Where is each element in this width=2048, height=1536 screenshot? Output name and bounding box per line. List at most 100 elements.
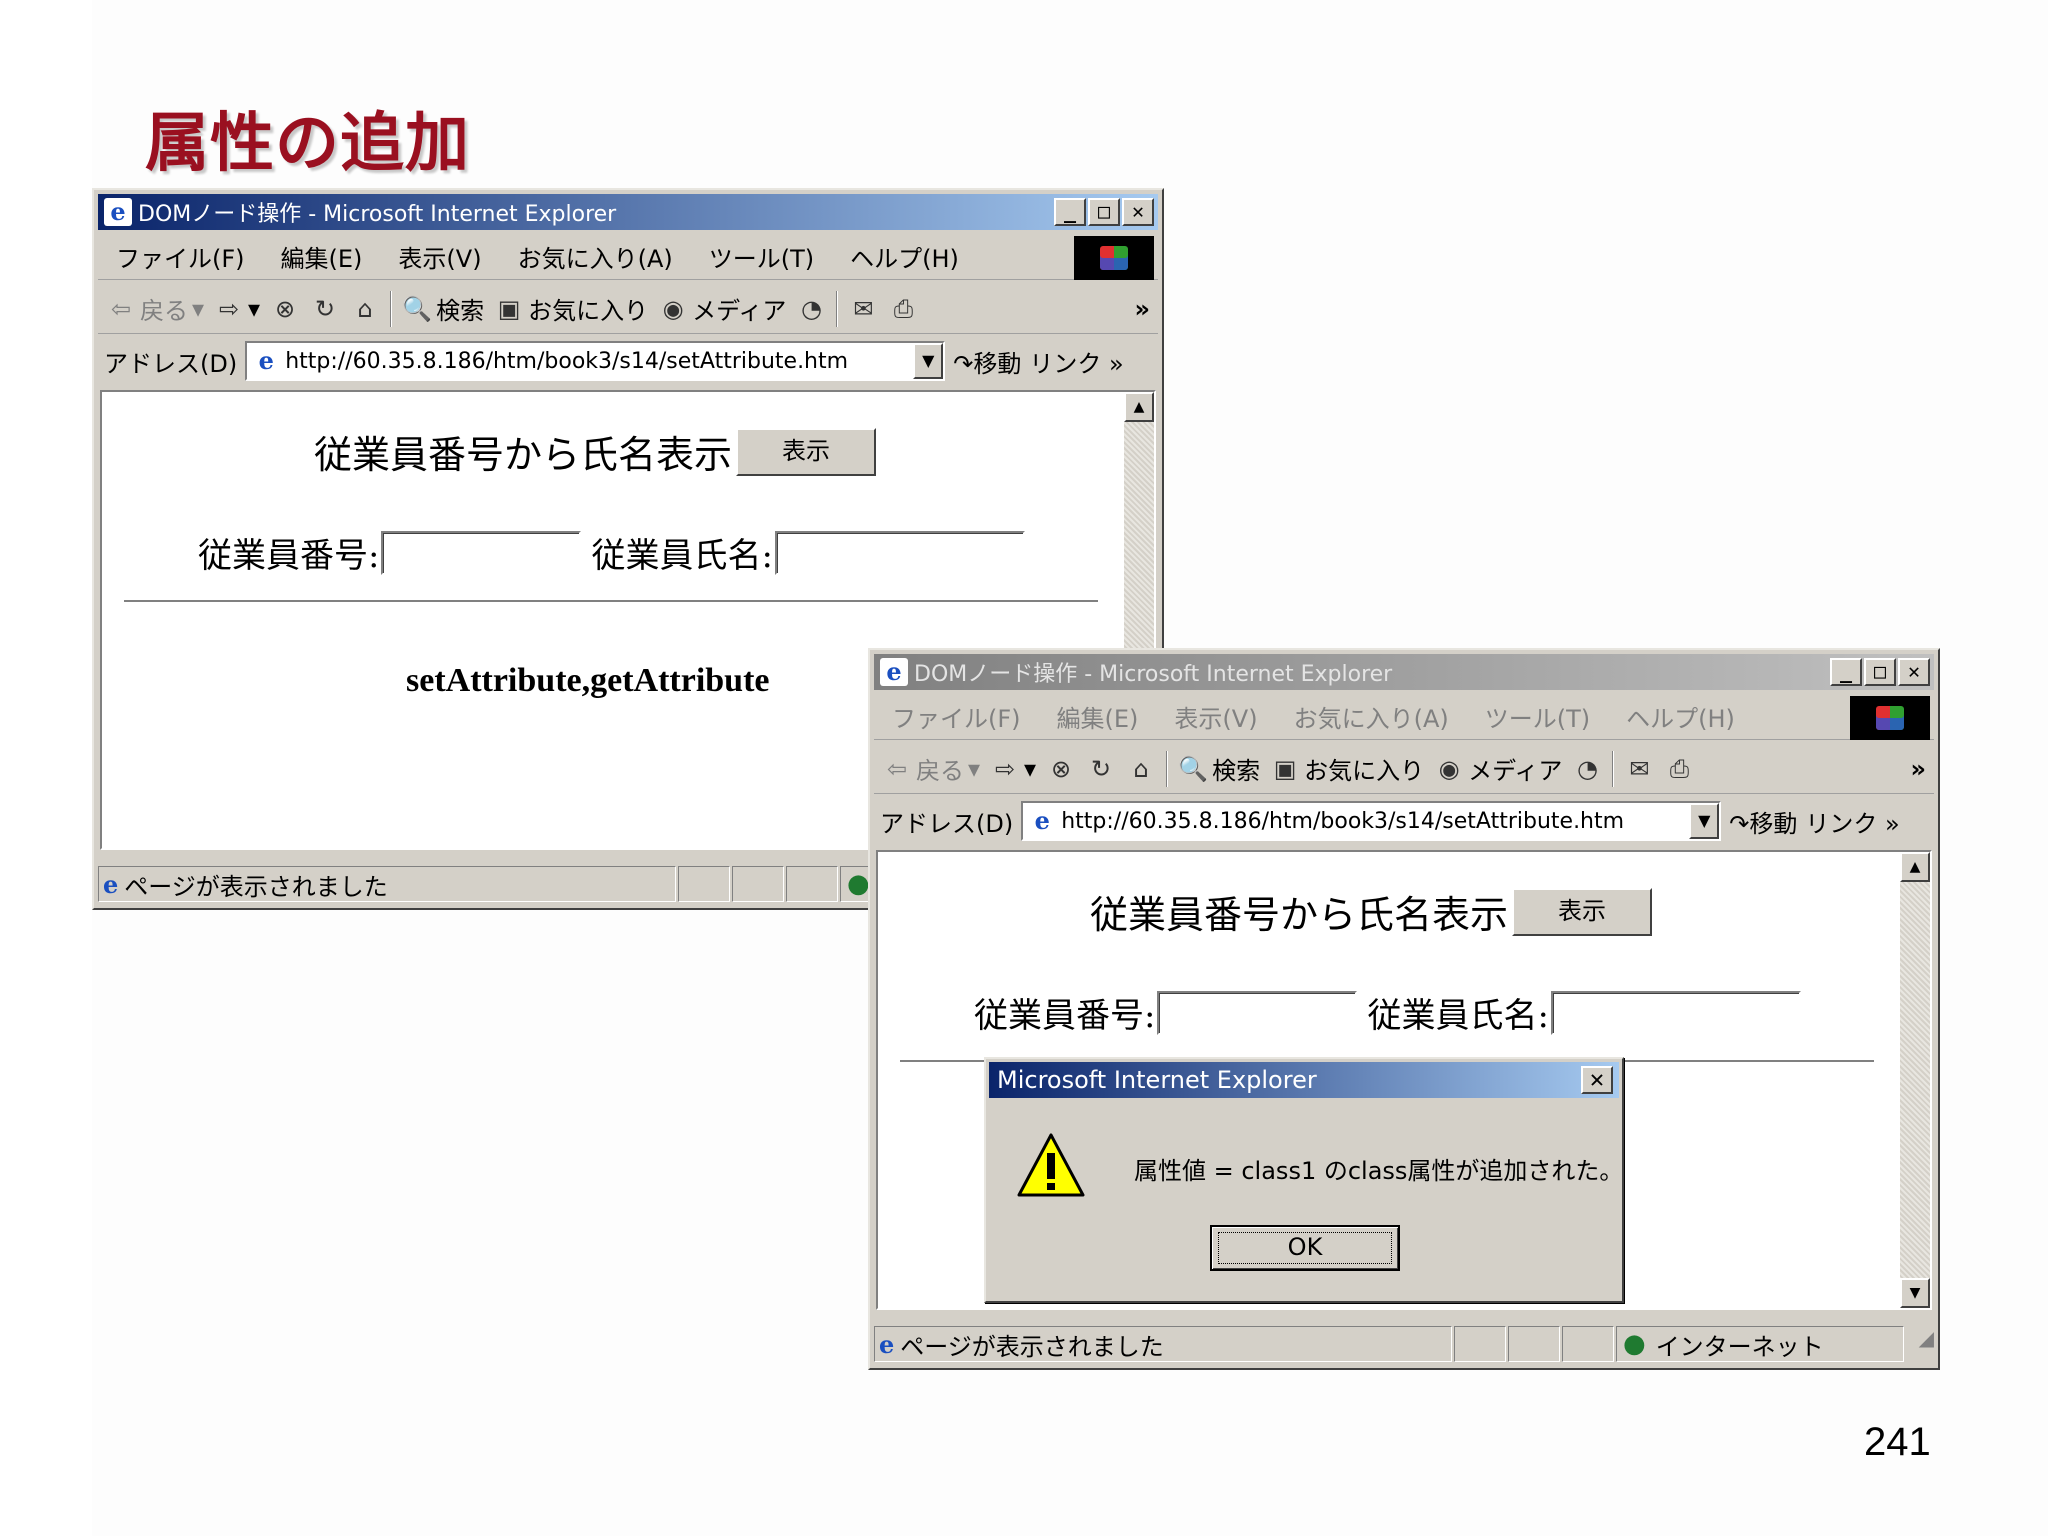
go-button[interactable]: ↷移動	[1729, 804, 1797, 839]
windows-flag-icon	[1876, 706, 1904, 730]
page-number: 241	[1864, 1420, 1931, 1464]
address-label: アドレス(D)	[880, 809, 1014, 838]
emp-name-input[interactable]	[1550, 990, 1801, 1035]
menu-favorites[interactable]: お気に入り(A)	[1276, 699, 1467, 734]
address-dropdown-icon[interactable]: ▼	[913, 343, 944, 379]
emp-number-input[interactable]	[381, 530, 582, 575]
toolbar-separator	[390, 290, 393, 327]
address-dropdown-icon[interactable]: ▼	[1689, 803, 1720, 839]
media-label: メディア	[692, 297, 787, 325]
minimize-button[interactable]: _	[1830, 658, 1862, 686]
menu-help[interactable]: ヘルプ(H)	[832, 239, 977, 274]
media-button[interactable]: ◉ メディア	[1434, 751, 1563, 786]
refresh-icon[interactable]: ↻	[310, 294, 340, 324]
forward-button[interactable]: ⇨ ▾	[214, 294, 260, 324]
minimize-button[interactable]: _	[1054, 198, 1086, 226]
show-button[interactable]: 表示	[1512, 887, 1653, 936]
history-icon[interactable]: ◔	[796, 294, 826, 324]
home-icon[interactable]: ⌂	[1126, 754, 1156, 784]
title-bar[interactable]: e DOMノード操作 - Microsoft Internet Explorer…	[98, 194, 1158, 230]
emp-name-input[interactable]	[774, 530, 1025, 575]
scroll-up-icon[interactable]: ▲	[1124, 392, 1154, 422]
address-input[interactable]: e http://60.35.8.186/htm/book3/s14/setAt…	[245, 341, 946, 381]
page-heading-row: 従業員番号から氏名表示 表示	[314, 424, 877, 479]
search-label: 検索	[436, 297, 485, 325]
stop-icon[interactable]: ⊗	[270, 294, 300, 324]
menu-tools[interactable]: ツール(T)	[691, 239, 832, 274]
close-button[interactable]: ✕	[1122, 198, 1154, 226]
print-icon[interactable]: ⎙	[888, 294, 918, 324]
toolbar-more-chevron[interactable]: »	[1910, 755, 1934, 783]
show-button[interactable]: 表示	[736, 427, 877, 476]
address-label: アドレス(D)	[104, 349, 238, 378]
media-button[interactable]: ◉ メディア	[658, 291, 787, 326]
ok-button[interactable]: OK	[1210, 1225, 1400, 1271]
menu-view[interactable]: 表示(V)	[380, 239, 499, 274]
dialog-title-bar[interactable]: Microsoft Internet Explorer ✕	[989, 1062, 1619, 1098]
page-icon: e	[1034, 806, 1050, 835]
menu-file[interactable]: ファイル(F)	[98, 239, 263, 274]
menu-edit[interactable]: 編集(E)	[263, 239, 381, 274]
toolbar-more-chevron[interactable]: »	[1134, 295, 1158, 323]
menu-edit[interactable]: 編集(E)	[1039, 699, 1157, 734]
back-button[interactable]: ⇦ 戻る ▾	[106, 291, 204, 326]
back-arrow-icon: ⇦	[886, 754, 908, 783]
toolbar-separator	[1612, 750, 1615, 787]
toolbar: ⇦ 戻る ▾ ⇨ ▾ ⊗ ↻ ⌂ 🔍 検索 ▣ お気に入り ◉ メディア ◔ ✉ ⎙ »	[874, 744, 1934, 794]
search-button[interactable]: 🔍 検索	[1178, 751, 1260, 786]
emp-number-input[interactable]	[1157, 990, 1358, 1035]
menu-favorites[interactable]: お気に入り(A)	[500, 239, 691, 274]
dialog-message: 属性値 = class1 のclass属性が追加された。	[1134, 1157, 1624, 1185]
toolbar: ⇦ 戻る ▾ ⇨ ▾ ⊗ ↻ ⌂ 🔍 検索 ▣ お気に入り ◉ メディア ◔ ✉ ⎙ »	[98, 284, 1158, 334]
maximize-button[interactable]: □	[1088, 198, 1120, 226]
slide-title: 属性の追加	[145, 107, 470, 181]
window-title: DOMノード操作 - Microsoft Internet Explorer	[914, 662, 1393, 687]
menu-view[interactable]: 表示(V)	[1156, 699, 1275, 734]
links-button[interactable]: リンク »	[1805, 804, 1899, 839]
favorites-button[interactable]: ▣ お気に入り	[1270, 751, 1424, 786]
mail-icon[interactable]: ✉	[848, 294, 878, 324]
stop-icon[interactable]: ⊗	[1046, 754, 1076, 784]
refresh-icon[interactable]: ↻	[1086, 754, 1116, 784]
menu-file[interactable]: ファイル(F)	[874, 699, 1039, 734]
back-arrow-icon: ⇦	[110, 294, 132, 323]
windows-logo	[1850, 696, 1930, 740]
scroll-down-icon[interactable]: ▼	[1900, 1278, 1930, 1308]
title-bar[interactable]: e DOMノード操作 - Microsoft Internet Explorer…	[874, 654, 1934, 690]
links-button[interactable]: リンク »	[1029, 344, 1123, 379]
back-label: 戻る	[916, 757, 964, 785]
mail-icon[interactable]: ✉	[1624, 754, 1654, 784]
emp-name-label: 従業員氏名:	[591, 536, 773, 576]
menu-tools[interactable]: ツール(T)	[1467, 699, 1608, 734]
maximize-button[interactable]: □	[1864, 658, 1896, 686]
window-title: DOMノード操作 - Microsoft Internet Explorer	[138, 202, 617, 227]
history-icon[interactable]: ◔	[1572, 754, 1602, 784]
horizontal-rule	[124, 600, 1098, 603]
alert-dialog: Microsoft Internet Explorer ✕ 属性値 = clas…	[984, 1057, 1624, 1303]
menu-help[interactable]: ヘルプ(H)	[1608, 699, 1753, 734]
resize-grip-icon[interactable]: ◢	[1904, 1326, 1934, 1362]
print-icon[interactable]: ⎙	[1664, 754, 1694, 784]
back-button[interactable]: ⇦ 戻る ▾	[882, 751, 980, 786]
scroll-up-icon[interactable]: ▲	[1900, 852, 1930, 882]
favorites-button[interactable]: ▣ お気に入り	[494, 291, 648, 326]
search-button[interactable]: 🔍 検索	[402, 291, 484, 326]
favorites-label: お気に入り	[1304, 757, 1425, 785]
close-button[interactable]: ✕	[1898, 658, 1930, 686]
status-pane	[678, 866, 730, 902]
emp-name-label: 従業員氏名:	[1367, 996, 1549, 1036]
page-caption: setAttribute,getAttribute	[406, 662, 770, 699]
go-button[interactable]: ↷移動	[953, 344, 1021, 379]
dialog-close-button[interactable]: ✕	[1581, 1066, 1613, 1094]
page-heading: 従業員番号から氏名表示	[1090, 893, 1509, 937]
status-pane	[1562, 1326, 1614, 1362]
media-label: メディア	[1468, 757, 1563, 785]
vertical-scrollbar[interactable]: ▲ ▼	[1900, 852, 1930, 1308]
home-icon[interactable]: ⌂	[350, 294, 380, 324]
favorites-label: お気に入り	[528, 297, 649, 325]
forward-button[interactable]: ⇨ ▾	[990, 754, 1036, 784]
status-pane	[786, 866, 838, 902]
globe-icon: ●	[1623, 1329, 1646, 1359]
zone-text: インターネット	[1655, 1332, 1824, 1361]
address-input[interactable]: e http://60.35.8.186/htm/book3/s14/setAt…	[1021, 801, 1722, 841]
